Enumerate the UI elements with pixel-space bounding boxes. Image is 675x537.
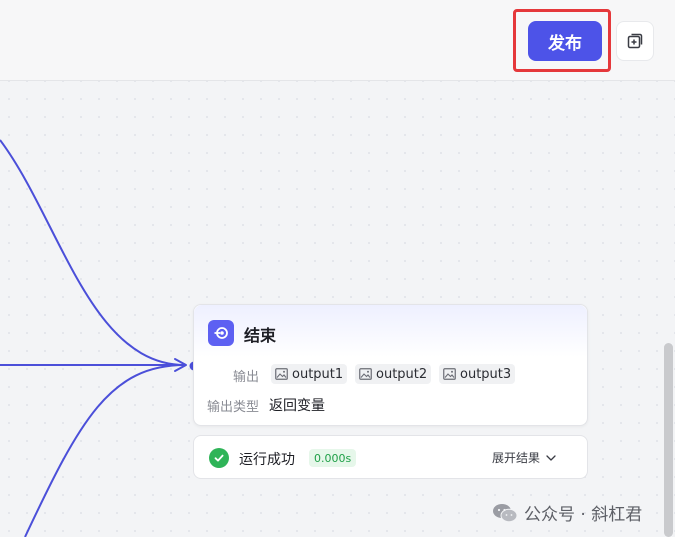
output-label: 输出 <box>233 370 260 385</box>
output-name: output2 <box>376 366 428 382</box>
wechat-icon <box>493 503 518 522</box>
expand-results-button[interactable]: 展开结果 <box>492 449 556 466</box>
watermark: 公众号 · 斜杠君 <box>492 500 642 525</box>
end-node-title: 结束 <box>244 326 277 345</box>
image-icon <box>443 368 456 380</box>
chevron-down-icon <box>546 454 556 461</box>
run-status-text: 运行成功 <box>239 452 295 468</box>
output-tag: output3 <box>439 364 516 384</box>
end-node-card[interactable]: 结束 输出 output1 output2 output3 输出类型 返回变量 <box>193 304 588 426</box>
output-type-label: 输出类型 <box>207 400 260 415</box>
output-name: output3 <box>460 366 512 382</box>
output-tag: output2 <box>355 364 432 384</box>
image-icon <box>275 368 288 380</box>
output-type-value: 返回变量 <box>269 398 325 414</box>
success-check-icon <box>209 448 229 468</box>
run-time-badge: 0.000s <box>309 449 357 467</box>
run-status-card: 运行成功 0.000s 展开结果 <box>193 435 588 479</box>
vertical-scrollbar[interactable] <box>664 343 673 537</box>
expand-results-label: 展开结果 <box>492 451 541 465</box>
image-icon <box>359 368 372 380</box>
end-node-icon <box>208 320 234 346</box>
edge-top <box>0 139 186 366</box>
watermark-text: 公众号 · 斜杠君 <box>524 505 643 525</box>
output-name: output1 <box>292 366 344 382</box>
output-tag: output1 <box>271 364 348 384</box>
edge-bottom <box>24 364 186 537</box>
